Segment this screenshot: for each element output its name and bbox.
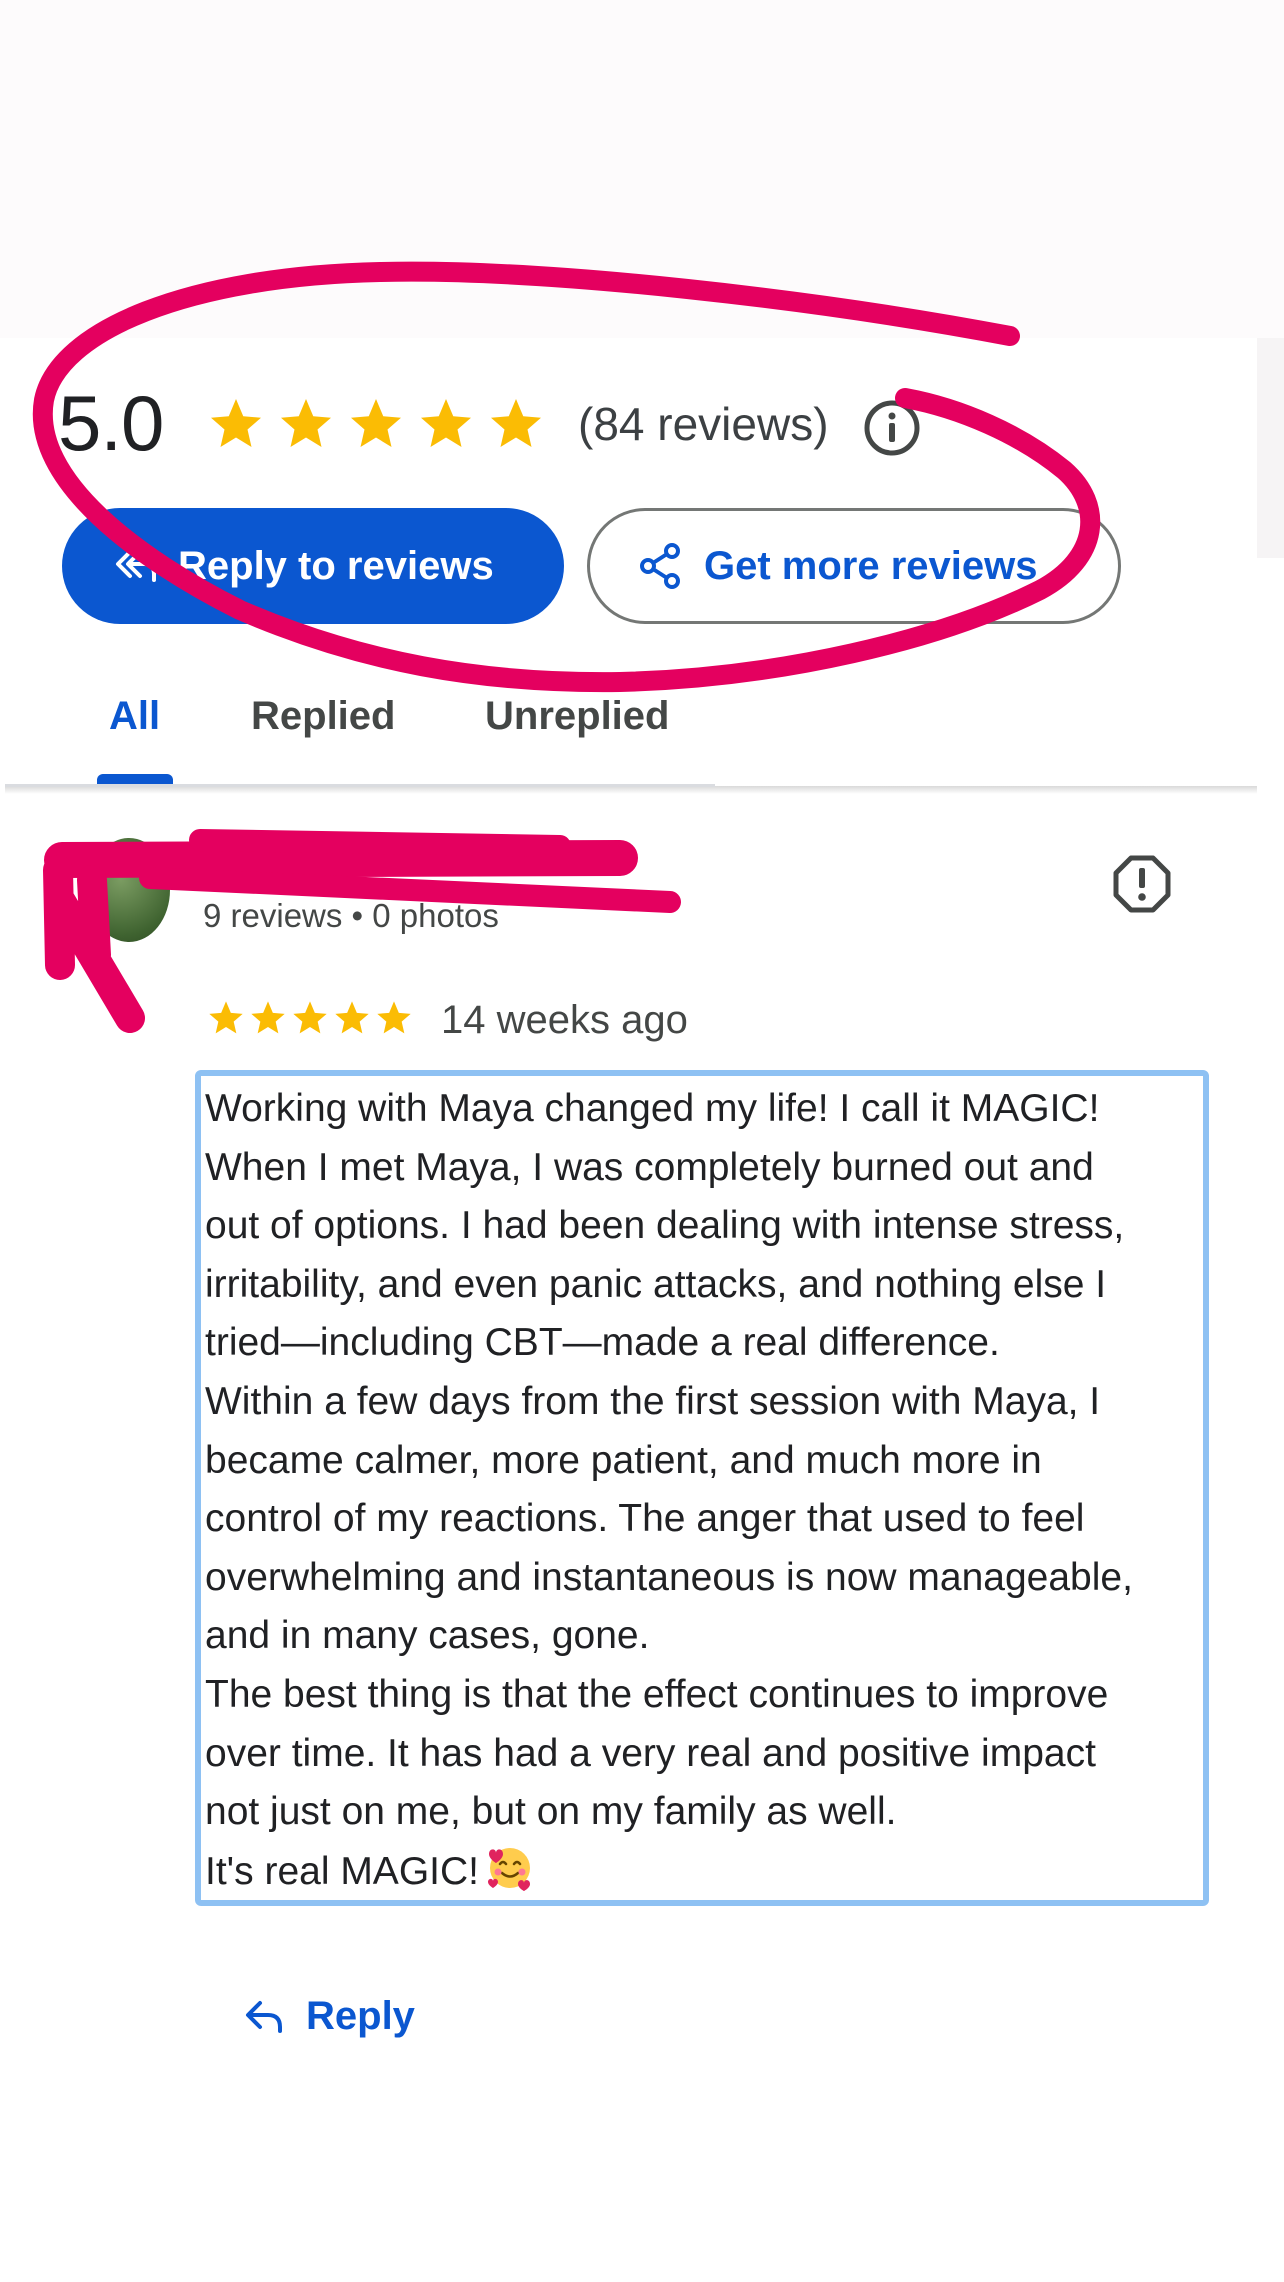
reply-icon [246,2000,282,2033]
review-filter-tabs: All Replied Unreplied [5,690,715,786]
reply-to-reviews-button[interactable]: Reply to reviews [62,508,564,624]
reviewer-meta: 9 reviews • 0 photos [203,897,499,934]
review-text-line: Within a few days from the first session… [205,1379,1101,1423]
report-icon[interactable] [1112,854,1172,914]
reply-label: Reply [306,1994,415,2038]
review-text-line: became calmer, more patient, and much mo… [205,1438,1042,1482]
review-text-line: control of my reactions. The anger that … [205,1497,1085,1541]
share-icon [640,543,680,589]
star-icon [377,1001,411,1034]
tab-all[interactable]: All [109,690,160,742]
tab-replied[interactable]: Replied [251,690,395,742]
annotation-scribble-bar [189,829,571,857]
reply-to-reviews-label: Reply to reviews [178,543,494,588]
review-stars [206,998,414,1038]
review-date: 14 weeks ago [441,998,688,1042]
reply-button[interactable]: Reply [244,1994,415,2039]
top-background [0,0,1284,338]
star-icon [293,1001,327,1034]
review-text-line: It's real MAGIC! [205,1849,479,1893]
review-text-line: out of options. I had been dealing with … [205,1204,1125,1248]
rating-stars [206,394,546,454]
rating-value: 5.0 [58,379,164,467]
review-text-line: overwhelming and instantaneous is now ma… [205,1555,1133,1599]
review-text: Working with Maya changed my life! I cal… [195,1070,1209,1906]
tab-divider [5,784,715,787]
star-icon [335,1001,369,1034]
review-count[interactable]: (84 reviews) [578,398,829,450]
review-text-line: When I met Maya, I was completely burned… [205,1145,1094,1189]
star-icon [351,399,401,447]
reviewer-avatar[interactable] [88,838,170,942]
review-text-line: not just on me, but on my family as well… [205,1790,897,1834]
star-icon [281,399,331,447]
get-more-reviews-button[interactable]: Get more reviews [587,508,1121,624]
right-gutter [1257,338,1284,558]
star-icon [251,1001,285,1034]
review-text-line: over time. It has had a very real and po… [205,1731,1096,1775]
review-text-line: irritability, and even panic attacks, an… [205,1262,1107,1306]
info-icon[interactable] [862,398,922,458]
get-more-reviews-label: Get more reviews [704,543,1038,588]
tab-unreplied[interactable]: Unreplied [485,690,669,742]
smiling-face-with-hearts-icon [488,1847,530,1891]
panel-shadow [5,786,1257,794]
review-text-line: The best thing is that the effect contin… [205,1672,1109,1716]
review-text-line: and in many cases, gone. [205,1614,650,1658]
review-text-last-line: It's real MAGIC! [205,1842,1203,1900]
star-icon [209,1001,243,1034]
star-icon [211,399,261,447]
reply-all-icon [116,550,156,582]
review-text-line: Working with Maya changed my life! I cal… [205,1087,1100,1130]
star-icon [491,399,541,447]
review-text-line: tried—including CBT—made a real differen… [205,1321,1000,1365]
star-icon [421,399,471,447]
